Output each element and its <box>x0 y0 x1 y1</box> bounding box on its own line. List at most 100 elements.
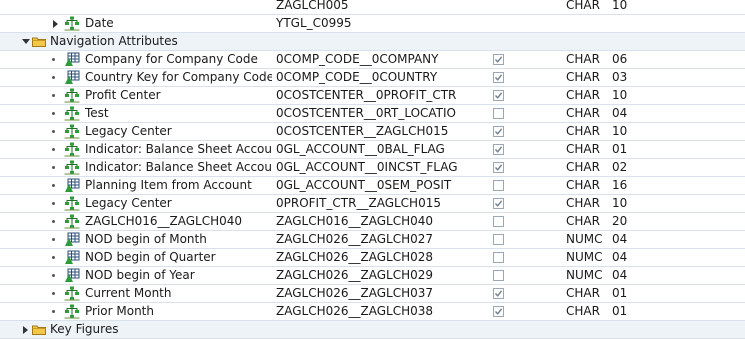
tree-row[interactable]: NOD begin of Month ZAGLCH026__ZAGLCH027 NU… <box>0 231 745 249</box>
row-label: Date <box>85 16 114 30</box>
tree-row[interactable]: Current Month ZAGLCH026__ZAGLCH037 CHAR 01 <box>0 285 745 303</box>
row-label: Key Figures <box>50 322 119 336</box>
row-label: Country Key for Company Code <box>85 70 272 84</box>
technical-name-cell: ZAGLCH026__ZAGLCH028 <box>276 250 434 264</box>
nav-attribute-checkbox-cell <box>492 123 512 140</box>
nav-attribute-checkbox[interactable] <box>493 252 504 263</box>
tree-row[interactable]: ZAGLCH005 CHAR 10 <box>0 0 745 15</box>
technical-name-cell: ZAGLCH026__ZAGLCH037 <box>276 286 434 300</box>
data-type-cell: CHAR <box>566 0 600 12</box>
length-cell: 01 <box>612 142 628 156</box>
nav-attribute-checkbox[interactable] <box>493 126 504 137</box>
tree-row[interactable]: ZAGLCH016__ZAGLCH040 ZAGLCH016__ZAGLCH040… <box>0 213 745 231</box>
attribute-tree: ZAGLCH005 CHAR 10 Date YTGL_C0995 Navigation … <box>0 0 745 339</box>
expand-arrow-icon[interactable] <box>23 326 28 334</box>
length-cell: 04 <box>612 250 628 264</box>
description-cell: Legacy Center <box>0 195 272 212</box>
nav-attribute-checkbox[interactable] <box>493 162 504 173</box>
tree-row[interactable]: Legacy Center 0COSTCENTER__ZAGLCH015 CHAR 1… <box>0 123 745 141</box>
data-type-cell: CHAR <box>566 196 600 210</box>
description-cell: Legacy Center <box>0 123 272 140</box>
nav-attribute-checkbox-cell <box>492 51 512 68</box>
tree-row[interactable]: Legacy Center 0PROFIT_CTR__ZAGLCH015 CHAR 1… <box>0 195 745 213</box>
bullet-icon <box>52 238 55 241</box>
row-label: Planning Item from Account <box>85 178 252 192</box>
nav-attribute-checkbox-cell <box>492 177 512 194</box>
tree-row[interactable]: NOD begin of Quarter ZAGLCH026__ZAGLCH028… <box>0 249 745 267</box>
nav-attribute-checkbox[interactable] <box>493 90 504 101</box>
tree-row[interactable]: Indicator: Balance Sheet Account 0GL_ACCO… <box>0 159 745 177</box>
collapse-arrow-icon[interactable] <box>22 39 30 44</box>
data-type-cell <box>566 15 606 32</box>
expand-arrow-icon[interactable] <box>53 20 58 28</box>
technical-name-cell: ZAGLCH026__ZAGLCH029 <box>276 268 434 282</box>
row-label: Company for Company Code <box>85 52 258 66</box>
data-type-cell: CHAR <box>566 214 600 228</box>
bullet-icon <box>52 274 55 277</box>
length-cell: 04 <box>612 106 628 120</box>
tree-row[interactable]: NOD begin of Year ZAGLCH026__ZAGLCH029 NUM… <box>0 267 745 285</box>
length-cell: 10 <box>612 196 628 210</box>
nav-attribute-checkbox[interactable] <box>493 198 504 209</box>
nav-attribute-checkbox[interactable] <box>493 180 504 191</box>
technical-name-cell: 0COMP_CODE__0COUNTRY <box>276 70 438 84</box>
data-type-cell: NUMC <box>566 268 603 282</box>
data-type-cell: CHAR <box>566 304 600 318</box>
data-type-cell: CHAR <box>566 70 600 84</box>
tree-row[interactable]: Planning Item from Account 0GL_ACCOUNT__0… <box>0 177 745 195</box>
data-type-cell: CHAR <box>566 88 600 102</box>
description-cell <box>0 0 272 14</box>
nav-attribute-checkbox-cell <box>492 105 512 122</box>
row-label: Test <box>85 106 109 120</box>
nav-attribute-checkbox[interactable] <box>493 54 504 65</box>
folder-row[interactable]: Navigation Attributes <box>0 33 745 51</box>
data-type-cell: CHAR <box>566 178 600 192</box>
bullet-icon <box>52 58 55 61</box>
tree-row[interactable]: Company for Company Code 0COMP_CODE__0COM… <box>0 51 745 69</box>
description-cell: Planning Item from Account <box>0 177 272 194</box>
nav-attribute-checkbox[interactable] <box>493 306 504 317</box>
data-type-cell: CHAR <box>566 106 600 120</box>
length-cell: 01 <box>612 286 628 300</box>
nav-attribute-checkbox-cell <box>492 141 512 158</box>
length-cell: 06 <box>612 52 628 66</box>
tree-row[interactable]: Profit Center 0COSTCENTER__0PROFIT_CTR CHA… <box>0 87 745 105</box>
bullet-icon <box>52 94 55 97</box>
nav-attribute-checkbox[interactable] <box>493 72 504 83</box>
nav-attribute-checkbox[interactable] <box>493 144 504 155</box>
folder-row[interactable]: Key Figures <box>0 321 745 339</box>
nav-attribute-checkbox-cell <box>492 87 512 104</box>
technical-name-cell: 0PROFIT_CTR__ZAGLCH015 <box>276 196 441 210</box>
tree-row[interactable]: Date YTGL_C0995 <box>0 15 745 33</box>
tree-row[interactable]: Prior Month ZAGLCH026__ZAGLCH038 CHAR 01 <box>0 303 745 321</box>
tree-row[interactable]: Indicator: Balance Sheet Account 0GL_ACCO… <box>0 141 745 159</box>
bullet-icon <box>52 256 55 259</box>
description-cell: ZAGLCH016__ZAGLCH040 <box>0 213 272 230</box>
bullet-icon <box>52 202 55 205</box>
nav-attribute-checkbox-cell <box>492 303 512 320</box>
description-cell: Date <box>0 15 272 32</box>
description-cell: Indicator: Balance Sheet Account <box>0 141 272 158</box>
bullet-icon <box>52 148 55 151</box>
nav-attribute-checkbox[interactable] <box>493 108 504 119</box>
nav-attribute-checkbox-cell <box>492 231 512 248</box>
tree-row[interactable]: Country Key for Company Code 0COMP_CODE__… <box>0 69 745 87</box>
data-type-cell: CHAR <box>566 286 600 300</box>
tree-row[interactable]: Test 0COSTCENTER__0RT_LOCATIO CHAR 04 <box>0 105 745 123</box>
row-label: NOD begin of Year <box>85 268 195 282</box>
nav-attribute-checkbox[interactable] <box>493 234 504 245</box>
nav-attribute-checkbox[interactable] <box>493 216 504 227</box>
nav-attribute-checkbox-cell <box>492 267 512 284</box>
length-cell: 10 <box>612 0 628 12</box>
nav-attribute-checkbox[interactable] <box>493 270 504 281</box>
description-cell: Prior Month <box>0 303 272 320</box>
description-cell: Indicator: Balance Sheet Account <box>0 159 272 176</box>
technical-name-cell: 0GL_ACCOUNT__0SEM_POSIT <box>276 178 452 192</box>
data-type-cell: CHAR <box>566 52 600 66</box>
row-label: Legacy Center <box>85 196 172 210</box>
row-label: ZAGLCH016__ZAGLCH040 <box>85 214 243 228</box>
technical-name-cell: ZAGLCH026__ZAGLCH038 <box>276 304 434 318</box>
length-cell: 03 <box>612 70 628 84</box>
nav-attribute-checkbox[interactable] <box>493 288 504 299</box>
row-label: NOD begin of Quarter <box>85 250 216 264</box>
